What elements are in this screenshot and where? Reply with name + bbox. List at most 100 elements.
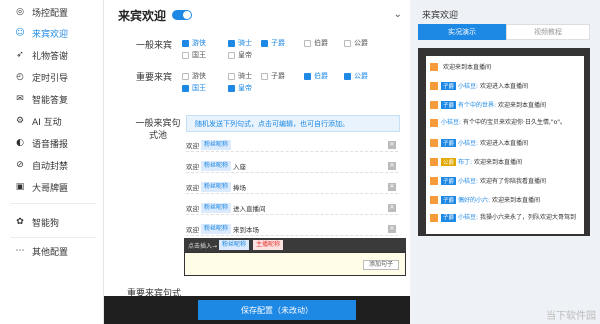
insert-host-nickname-button[interactable]: 主播昵称	[253, 240, 284, 250]
checkbox-important_checks-0[interactable]: 游侠	[182, 71, 206, 81]
checkbox-box[interactable]	[182, 84, 189, 92]
checkbox-important_checks-5[interactable]: 国王	[182, 83, 206, 93]
level-badge: 子爵	[441, 214, 457, 222]
sentence-suffix: 捧场	[233, 183, 247, 192]
sidebar-item-label: AI 互动	[32, 117, 62, 128]
add-sentence-button[interactable]: 添加句子	[363, 260, 399, 270]
checkbox-box[interactable]	[182, 72, 189, 80]
sidebar-item-3[interactable]: ◴ 定时引导	[0, 68, 104, 86]
chat-message: 子爵 小桔豆: 欢迎进入本直播间	[426, 81, 584, 90]
chat-message: 子爵 小桔豆: 欢迎有了你陪我看直播间	[426, 176, 584, 185]
sidebar-item-label: 场控配置	[32, 8, 69, 19]
checkbox-general_checks-2[interactable]: 子爵	[261, 38, 285, 48]
sidebar-item-6[interactable]: ◐ 语音播报	[0, 134, 104, 152]
message-text: 欢迎进入本直播间	[480, 140, 529, 147]
sentence-row[interactable]: 欢迎 粉丝昵称 捧场 ✕	[186, 180, 398, 194]
sidebar-item-1[interactable]: ☺ 来宾欢迎	[0, 24, 104, 42]
user-avatar	[430, 176, 438, 185]
insert-fan-nickname-button[interactable]: 粉丝昵称	[219, 240, 250, 250]
level-badge: 公爵	[441, 157, 457, 166]
checkbox-label: 游侠	[192, 72, 206, 80]
checkbox-important_checks-4[interactable]: 公爵	[344, 71, 368, 81]
checkbox-important_checks-2[interactable]: 子爵	[261, 71, 285, 81]
message-text: 欢迎进入本直播间	[480, 83, 529, 90]
checkbox-general_checks-0[interactable]: 游侠	[182, 38, 206, 48]
checkbox-box[interactable]	[228, 84, 235, 92]
delete-icon[interactable]: ✕	[388, 183, 396, 191]
delete-icon[interactable]: ✕	[388, 225, 396, 233]
checkbox-label: 国王	[192, 84, 206, 92]
level-badge: 子爵	[441, 138, 457, 147]
watermark: 当下软件园	[546, 311, 596, 322]
smile-icon: ☺	[15, 28, 25, 38]
checkbox-general_checks-1[interactable]: 骑士	[228, 38, 252, 48]
checkbox-label: 伯爵	[314, 72, 328, 80]
checkbox-box[interactable]	[182, 39, 189, 47]
fan-nickname-chip: 粉丝昵称	[201, 223, 232, 234]
checkbox-general_checks-6[interactable]: 皇帝	[228, 50, 252, 60]
save-button[interactable]: 保存配置（未改动）	[198, 300, 356, 320]
sidebar-item-label: 自动封禁	[32, 161, 69, 172]
plaque-icon: ▣	[15, 182, 25, 192]
chat-message: 小桔豆: 有个中的宝贝来欢迎你·日久生情,"o"。	[426, 119, 584, 127]
chat-message: 欢迎来到本直播间	[426, 62, 584, 71]
checkbox-box[interactable]	[304, 72, 311, 80]
sidebar-item-4[interactable]: ✉ 智能答复	[0, 90, 104, 108]
sidebar-item-10[interactable]: ⋯ 其他配置	[0, 242, 104, 260]
checkbox-important_checks-3[interactable]: 伯爵	[304, 71, 328, 81]
checkbox-box[interactable]	[261, 39, 268, 47]
checkbox-box[interactable]	[228, 51, 235, 59]
target-icon: ◎	[16, 7, 24, 17]
sidebar-item-5[interactable]: ⚙ AI 互动	[0, 112, 104, 130]
user-avatar	[430, 138, 438, 147]
user-name: 小桔豆:	[458, 214, 479, 221]
checkbox-box[interactable]	[261, 72, 268, 80]
sidebar-item-0[interactable]: ◎ 场控配置	[0, 3, 104, 21]
checkbox-box[interactable]	[344, 72, 351, 80]
checkbox-general_checks-4[interactable]: 公爵	[344, 38, 368, 48]
delete-icon[interactable]: ✕	[388, 162, 396, 170]
user-avatar	[430, 62, 438, 71]
delete-icon[interactable]: ✕	[388, 141, 396, 149]
message-text: 欢迎来到本直播间	[498, 102, 547, 109]
checkbox-label: 公爵	[354, 72, 368, 80]
checkbox-general_checks-5[interactable]: 国王	[182, 50, 206, 60]
sentence-input[interactable]: 添加句子	[184, 252, 406, 276]
level-badge: 子爵	[441, 100, 457, 109]
checkbox-general_checks-3[interactable]: 伯爵	[304, 38, 328, 48]
sentence-suffix: 入座	[233, 162, 247, 171]
checkbox-box[interactable]	[228, 39, 235, 47]
user-name: 小桔豆:	[458, 140, 479, 147]
insert-toolbar: 点击插入→ 粉丝昵称 主播昵称	[184, 238, 406, 252]
tab-video-tutorial[interactable]: 视频教程	[506, 24, 590, 40]
sidebar-item-8[interactable]: ▣ 大哥牌匾	[0, 178, 104, 196]
checkbox-label: 皇帝	[238, 84, 252, 92]
checkbox-important_checks-1[interactable]: 骑士	[228, 71, 252, 81]
checkbox-box[interactable]	[304, 39, 311, 47]
insert-label: 点击插入→	[188, 242, 218, 250]
robot-icon: ⚙	[15, 116, 25, 126]
sentence-row[interactable]: 欢迎 粉丝昵称 入座 ✕	[186, 159, 398, 173]
chat-message: 公爵 布丁: 欢迎来到本直播间	[426, 157, 584, 166]
sidebar-item-2[interactable]: ➶ 礼物答谢	[0, 46, 104, 64]
chevron-down-icon[interactable]: ⌄	[394, 9, 402, 20]
sidebar-divider	[10, 203, 96, 204]
checkbox-important_checks-6[interactable]: 皇帝	[228, 83, 252, 93]
delete-icon[interactable]: ✕	[388, 204, 396, 212]
sentence-row[interactable]: 欢迎 粉丝昵称 进入直播间 ✕	[186, 201, 398, 215]
sidebar-item-7[interactable]: ⊘ 自动封禁	[0, 156, 104, 174]
user-name: 小桔豆:	[458, 83, 479, 90]
checkbox-box[interactable]	[344, 39, 351, 47]
sentence-row[interactable]: 欢迎 粉丝昵称 ✕	[186, 138, 398, 152]
fan-nickname-chip: 粉丝昵称	[201, 181, 232, 192]
checkbox-box[interactable]	[228, 72, 235, 80]
checkbox-box[interactable]	[182, 51, 189, 59]
welcome-toggle[interactable]	[172, 10, 193, 20]
sidebar-item-label: 来宾欢迎	[32, 29, 69, 40]
checkbox-label: 游侠	[192, 39, 206, 47]
sentence-row[interactable]: 欢迎 粉丝昵称 来到本场 ✕	[186, 222, 398, 236]
general-pool-label: 一般来宾句式池	[135, 119, 181, 141]
user-name: 偶好的小六:	[458, 197, 491, 204]
sidebar-item-9[interactable]: ✿ 智能狗	[0, 213, 104, 231]
tab-live-demo[interactable]: 实况演示	[418, 24, 506, 40]
